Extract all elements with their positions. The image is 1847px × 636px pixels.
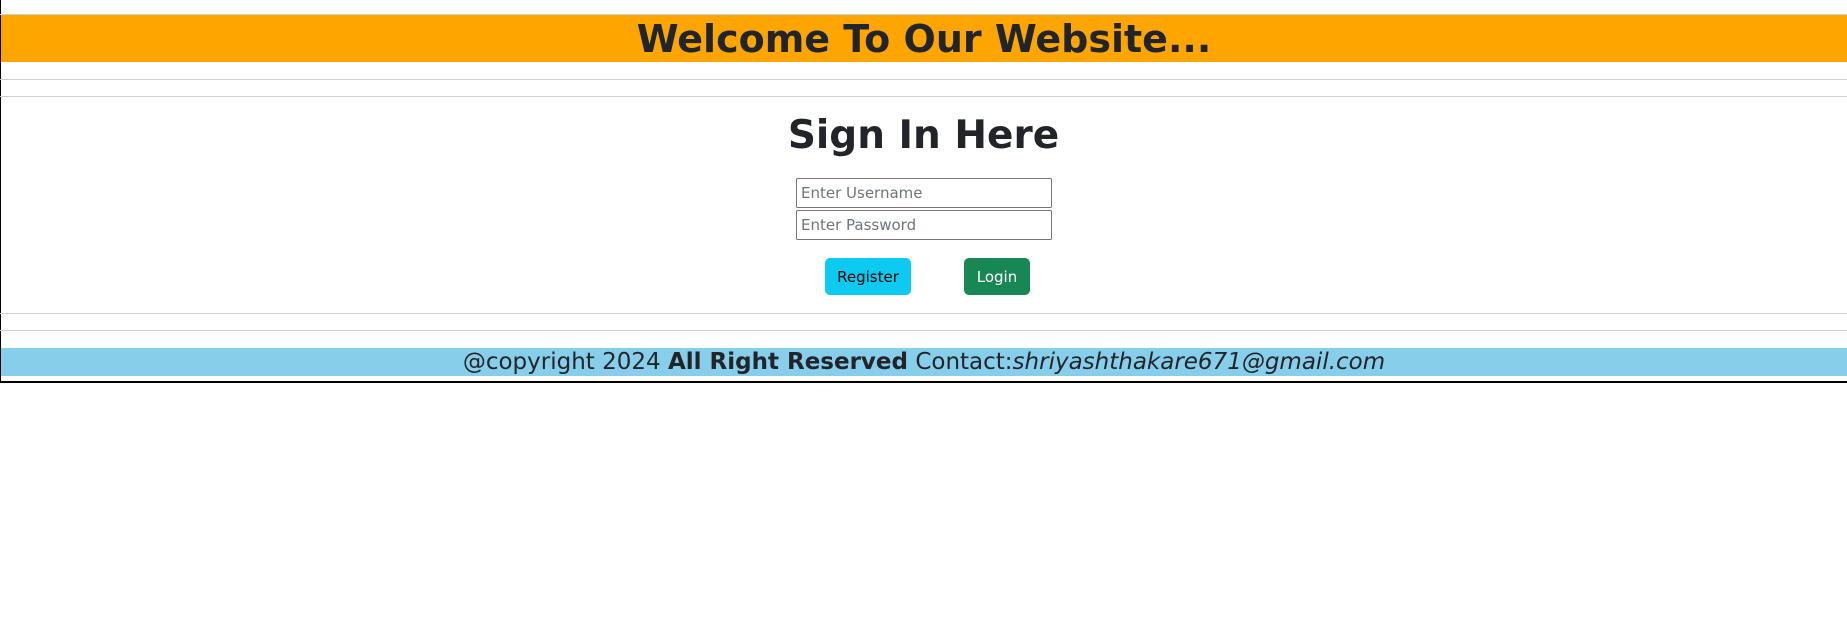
divider [0, 79, 1847, 80]
divider [0, 330, 1847, 331]
header-banner: Welcome To Our Website... [1, 15, 1847, 62]
password-input[interactable] [796, 210, 1052, 240]
divider [0, 313, 1847, 314]
footer-email: shriyashthakare671@gmail.com [1012, 349, 1386, 375]
username-input[interactable] [796, 178, 1052, 208]
footer-copyright: @copyright 2024 [462, 349, 661, 375]
footer-contact-label: Contact: [915, 349, 1013, 375]
site-title: Welcome To Our Website... [636, 16, 1212, 61]
footer-reserved: All Right Reserved [667, 349, 908, 375]
signin-title: Sign In Here [787, 113, 1060, 158]
login-button[interactable]: Login [964, 258, 1030, 295]
divider [0, 96, 1847, 97]
footer-bar: @copyright 2024 All Right Reserved Conta… [1, 348, 1847, 376]
register-button[interactable]: Register [825, 258, 911, 295]
